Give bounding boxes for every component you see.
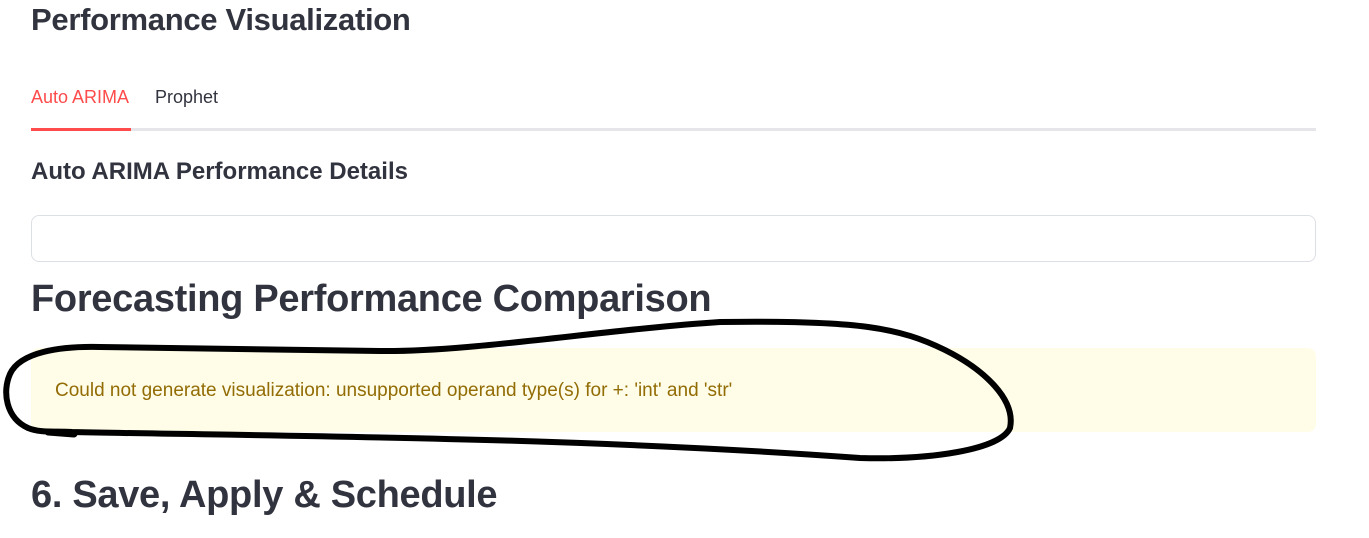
details-container [31, 215, 1316, 262]
active-tab-indicator [31, 128, 131, 131]
tab-prophet[interactable]: Prophet [155, 87, 227, 131]
details-title: Auto ARIMA Performance Details [31, 158, 408, 185]
tab-auto-arima-label: Auto ARIMA [31, 87, 130, 107]
save-apply-schedule-title: 6. Save, Apply & Schedule [31, 474, 498, 516]
tab-bar: Auto ARIMA Prophet [31, 80, 1316, 131]
main-content: Performance Visualization Auto ARIMA Pro… [31, 0, 1316, 538]
warning-message: Could not generate visualization: unsupp… [55, 380, 733, 401]
warning-alert: Could not generate visualization: unsupp… [31, 348, 1316, 432]
comparison-title: Forecasting Performance Comparison [31, 278, 712, 320]
tab-auto-arima[interactable]: Auto ARIMA [31, 87, 131, 131]
tab-prophet-label: Prophet [155, 87, 219, 107]
section-title: Performance Visualization [31, 2, 411, 37]
